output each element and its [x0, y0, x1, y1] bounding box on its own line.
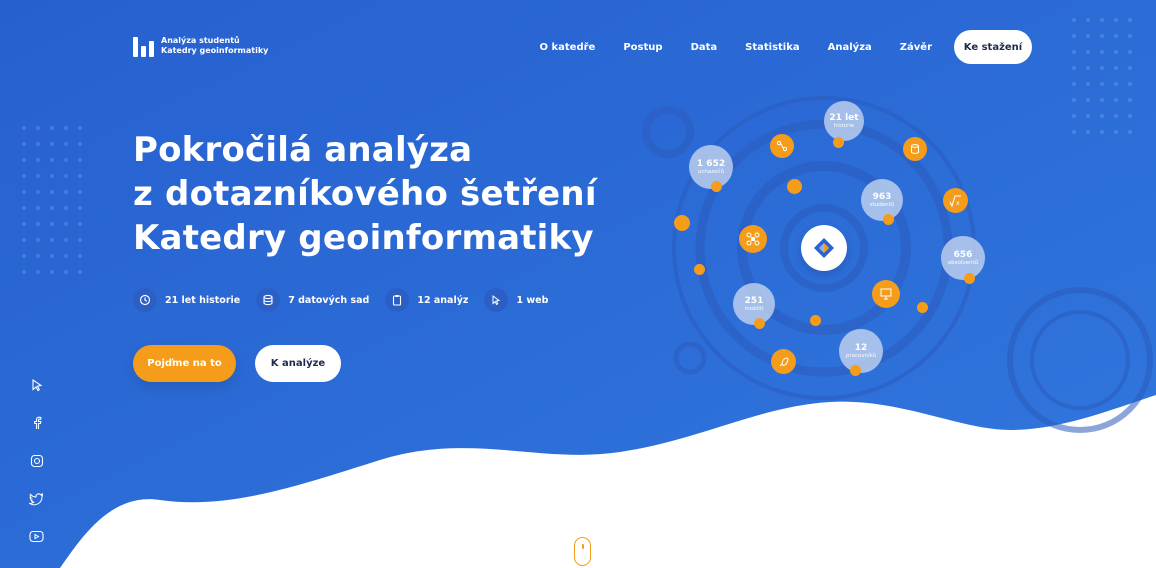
social-links — [28, 376, 45, 545]
nav-item-postup[interactable]: Postup — [623, 42, 662, 53]
stat-label: 21 let historie — [165, 294, 241, 306]
drone-icon — [739, 225, 767, 253]
logo-line-2: Katedry geoinformatiky — [161, 46, 269, 55]
twitter-icon[interactable] — [28, 490, 45, 507]
bubble-students: 963 studentů — [861, 179, 903, 221]
bubble-value: 656 — [953, 249, 973, 260]
svg-text:x: x — [956, 200, 960, 207]
orbit-dot — [810, 315, 821, 326]
history-icon — [133, 288, 157, 312]
bubble-value: 1 652 — [696, 158, 726, 169]
orbit-dot — [711, 181, 722, 192]
hero-stats: 21 let historie 7 datových sad 12 analýz… — [133, 288, 564, 312]
database-icon — [903, 137, 927, 161]
stat-label: 1 web — [516, 294, 549, 306]
nav-item-data[interactable]: Data — [691, 42, 718, 53]
bubble-value: 21 let — [829, 112, 859, 123]
nav-item-o-katedre[interactable]: O katedře — [540, 42, 596, 53]
bubble-history: 21 let historie — [824, 101, 864, 141]
rocket-icon — [771, 349, 796, 374]
cursor-icon[interactable] — [28, 376, 45, 393]
to-analysis-button[interactable]: K analýze — [255, 345, 341, 382]
hero-section: Analýza studentů Katedry geoinformatiky … — [0, 0, 1156, 568]
site-logo[interactable]: Analýza studentů Katedry geoinformatiky — [133, 35, 268, 57]
cursor-icon — [484, 288, 509, 312]
scroll-down-mouse-icon[interactable] — [574, 537, 591, 566]
bubble-caption: studentů — [869, 201, 895, 208]
bubble-caption: uchazečů — [697, 168, 725, 175]
lets-go-button[interactable]: Pojďme na to — [133, 345, 236, 382]
main-nav: O katedře Postup Data Statistika Analýza… — [512, 30, 1032, 64]
orbit-dot — [754, 318, 765, 329]
orbit-dot — [850, 365, 861, 376]
stat-analyses: 12 analýz — [385, 288, 468, 312]
database-icon — [256, 288, 281, 312]
stat-label: 7 datových sad — [288, 294, 370, 306]
bubble-caption: historie — [833, 122, 855, 129]
orbit-dot — [833, 137, 844, 148]
hero-title-line-1: Pokročilá analýza — [133, 130, 473, 170]
hero-title-line-2: z dotazníkového šetření — [133, 174, 597, 214]
youtube-icon[interactable] — [28, 528, 45, 545]
bubble-mobilities: 251 mobilit — [733, 283, 775, 325]
stat-web: 1 web — [484, 288, 548, 312]
stat-history: 21 let historie — [133, 288, 240, 312]
nav-item-zaver[interactable]: Závěr — [900, 42, 932, 53]
bubble-caption: absolventů — [947, 259, 979, 266]
orbit-dot — [674, 215, 690, 231]
instagram-icon[interactable] — [28, 452, 45, 469]
stat-label: 12 analýz — [417, 294, 469, 306]
orbit-dot — [883, 214, 894, 225]
hero-background — [0, 0, 1156, 568]
logo-text: Analýza studentů Katedry geoinformatiky — [161, 36, 268, 56]
bubble-graduates: 656 absolventů — [941, 236, 985, 280]
square-root-icon: x — [943, 188, 968, 213]
nav-item-analyza[interactable]: Analýza — [828, 42, 872, 53]
clipboard-icon — [385, 288, 410, 312]
orbit-dot — [917, 302, 928, 313]
hero-title: Pokročilá analýza z dotazníkového šetřen… — [133, 128, 597, 260]
orbit-dot — [964, 273, 975, 284]
logo-line-1: Analýza studentů — [161, 36, 240, 45]
bubble-value: 963 — [872, 191, 892, 202]
download-button[interactable]: Ke stažení — [954, 30, 1032, 64]
orbit-dot — [694, 264, 705, 275]
dot-pattern-left — [22, 126, 82, 274]
bubble-caption: mobilit — [744, 305, 764, 312]
bubble-caption: pracovníků — [845, 352, 877, 359]
hero-title-line-3: Katedry geoinformatiky — [133, 218, 594, 258]
bubble-value: 251 — [744, 295, 764, 306]
logo-icon — [133, 35, 154, 57]
bubble-value: 12 — [854, 342, 868, 353]
facebook-icon[interactable] — [28, 414, 45, 431]
stat-datasets: 7 datových sad — [256, 288, 369, 312]
bubble-staff: 12 pracovníků — [839, 329, 883, 373]
department-logo-icon — [801, 225, 847, 271]
dot-pattern-right — [1072, 18, 1132, 134]
presentation-icon — [872, 280, 900, 308]
route-icon — [770, 134, 794, 158]
orbit-dot — [787, 179, 802, 194]
nav-item-statistika[interactable]: Statistika — [745, 42, 800, 53]
